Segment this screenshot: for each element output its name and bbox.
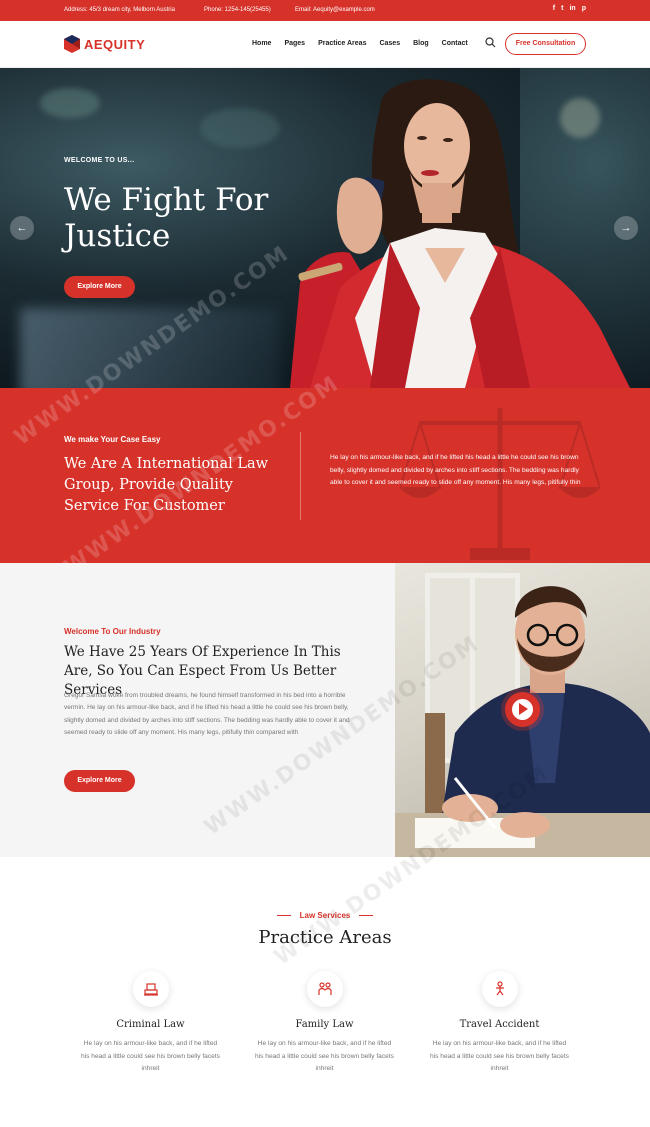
free-consultation-button[interactable]: Free Consultation — [505, 33, 586, 55]
hero-title-line2: Justice — [64, 218, 171, 254]
band-text: He lay on his armour-like back, and if h… — [330, 454, 581, 486]
card-text: He lay on his armour-like back, and if h… — [81, 1040, 220, 1072]
top-bar: Address: 45/3 dream city, Melborn Austri… — [0, 0, 650, 21]
main-nav: Home Pages Practice Areas Cases Blog Con… — [252, 40, 481, 47]
twitter-icon[interactable]: t — [561, 5, 563, 12]
travel-accident-icon — [481, 971, 518, 1007]
nav-pages[interactable]: Pages — [284, 40, 305, 47]
logo-text: AEQUITY — [84, 36, 146, 52]
phone-text: Phone: 1254-145(25455) — [204, 7, 271, 13]
hero-kicker: WELCOME TO US... — [64, 157, 135, 164]
slider-prev-arrow-icon[interactable]: ← — [10, 216, 34, 240]
experience-section: Welcome To Our Industry We Have 25 Years… — [0, 563, 395, 857]
play-icon — [519, 703, 528, 715]
nav-home[interactable]: Home — [252, 40, 271, 47]
card-text: He lay on his armour-like back, and if h… — [430, 1040, 569, 1072]
card-title: Travel Accident — [459, 1019, 540, 1030]
site-header: AEQUITY Home Pages Practice Areas Cases … — [0, 21, 650, 68]
band-divider — [300, 432, 301, 520]
card-text: He lay on his armour-like back, and if h… — [255, 1040, 394, 1072]
hero-explore-button[interactable]: Explore More — [64, 276, 135, 298]
experience-explore-button[interactable]: Explore More — [64, 770, 135, 792]
practice-areas-section: Law Services Practice Areas Criminal Law… — [0, 857, 650, 1127]
hero-title: We Fight For Justice — [64, 182, 324, 254]
experience-text: Gregor Samsa woke from troubled dreams, … — [64, 692, 350, 736]
nav-practice-areas[interactable]: Practice Areas — [318, 40, 366, 47]
practice-card-family-law[interactable]: Family Law He lay on his armour-like bac… — [237, 971, 412, 1076]
practice-title: Practice Areas — [258, 927, 392, 948]
address-text: Address: 45/3 dream city, Melborn Austri… — [64, 7, 175, 13]
hero-woman-image — [290, 79, 630, 388]
social-links: f t in p — [553, 5, 586, 12]
intro-band: We make Your Case Easy We Are A Internat… — [0, 388, 650, 563]
practice-kicker: Law Services — [299, 911, 351, 920]
email-text[interactable]: Email: Aequity@example.com — [295, 7, 375, 13]
experience-kicker: Welcome To Our Industry — [64, 627, 161, 636]
hero-bg-blur — [20, 308, 280, 388]
logo-mark-icon — [64, 35, 80, 53]
practice-card-travel-accident[interactable]: Travel Accident He lay on his armour-lik… — [412, 971, 587, 1076]
card-title: Family Law — [295, 1019, 354, 1030]
linkedin-icon[interactable]: in — [569, 5, 575, 12]
search-icon[interactable] — [485, 37, 496, 48]
kicker-line-right — [359, 915, 373, 916]
video-play-button[interactable] — [505, 692, 540, 727]
family-law-icon — [306, 971, 343, 1007]
hero-title-line1: We Fight For — [64, 182, 269, 218]
pinterest-icon[interactable]: p — [582, 5, 586, 12]
card-title: Criminal Law — [116, 1019, 185, 1030]
nav-contact[interactable]: Contact — [442, 40, 468, 47]
facebook-icon[interactable]: f — [553, 5, 555, 12]
band-kicker: We make Your Case Easy — [64, 435, 161, 444]
bokeh-light — [200, 108, 280, 148]
nav-blog[interactable]: Blog — [413, 40, 429, 47]
practice-card-criminal-law[interactable]: Criminal Law He lay on his armour-like b… — [63, 971, 238, 1076]
logo[interactable]: AEQUITY — [64, 35, 145, 53]
hero-slider: WELCOME TO US... We Fight For Justice Ex… — [0, 68, 650, 388]
criminal-law-icon — [132, 971, 169, 1007]
band-title: We Are A International Law Group, Provid… — [64, 456, 269, 514]
bokeh-light — [40, 88, 100, 118]
slider-next-arrow-icon[interactable]: → — [614, 216, 638, 240]
nav-cases[interactable]: Cases — [379, 40, 400, 47]
